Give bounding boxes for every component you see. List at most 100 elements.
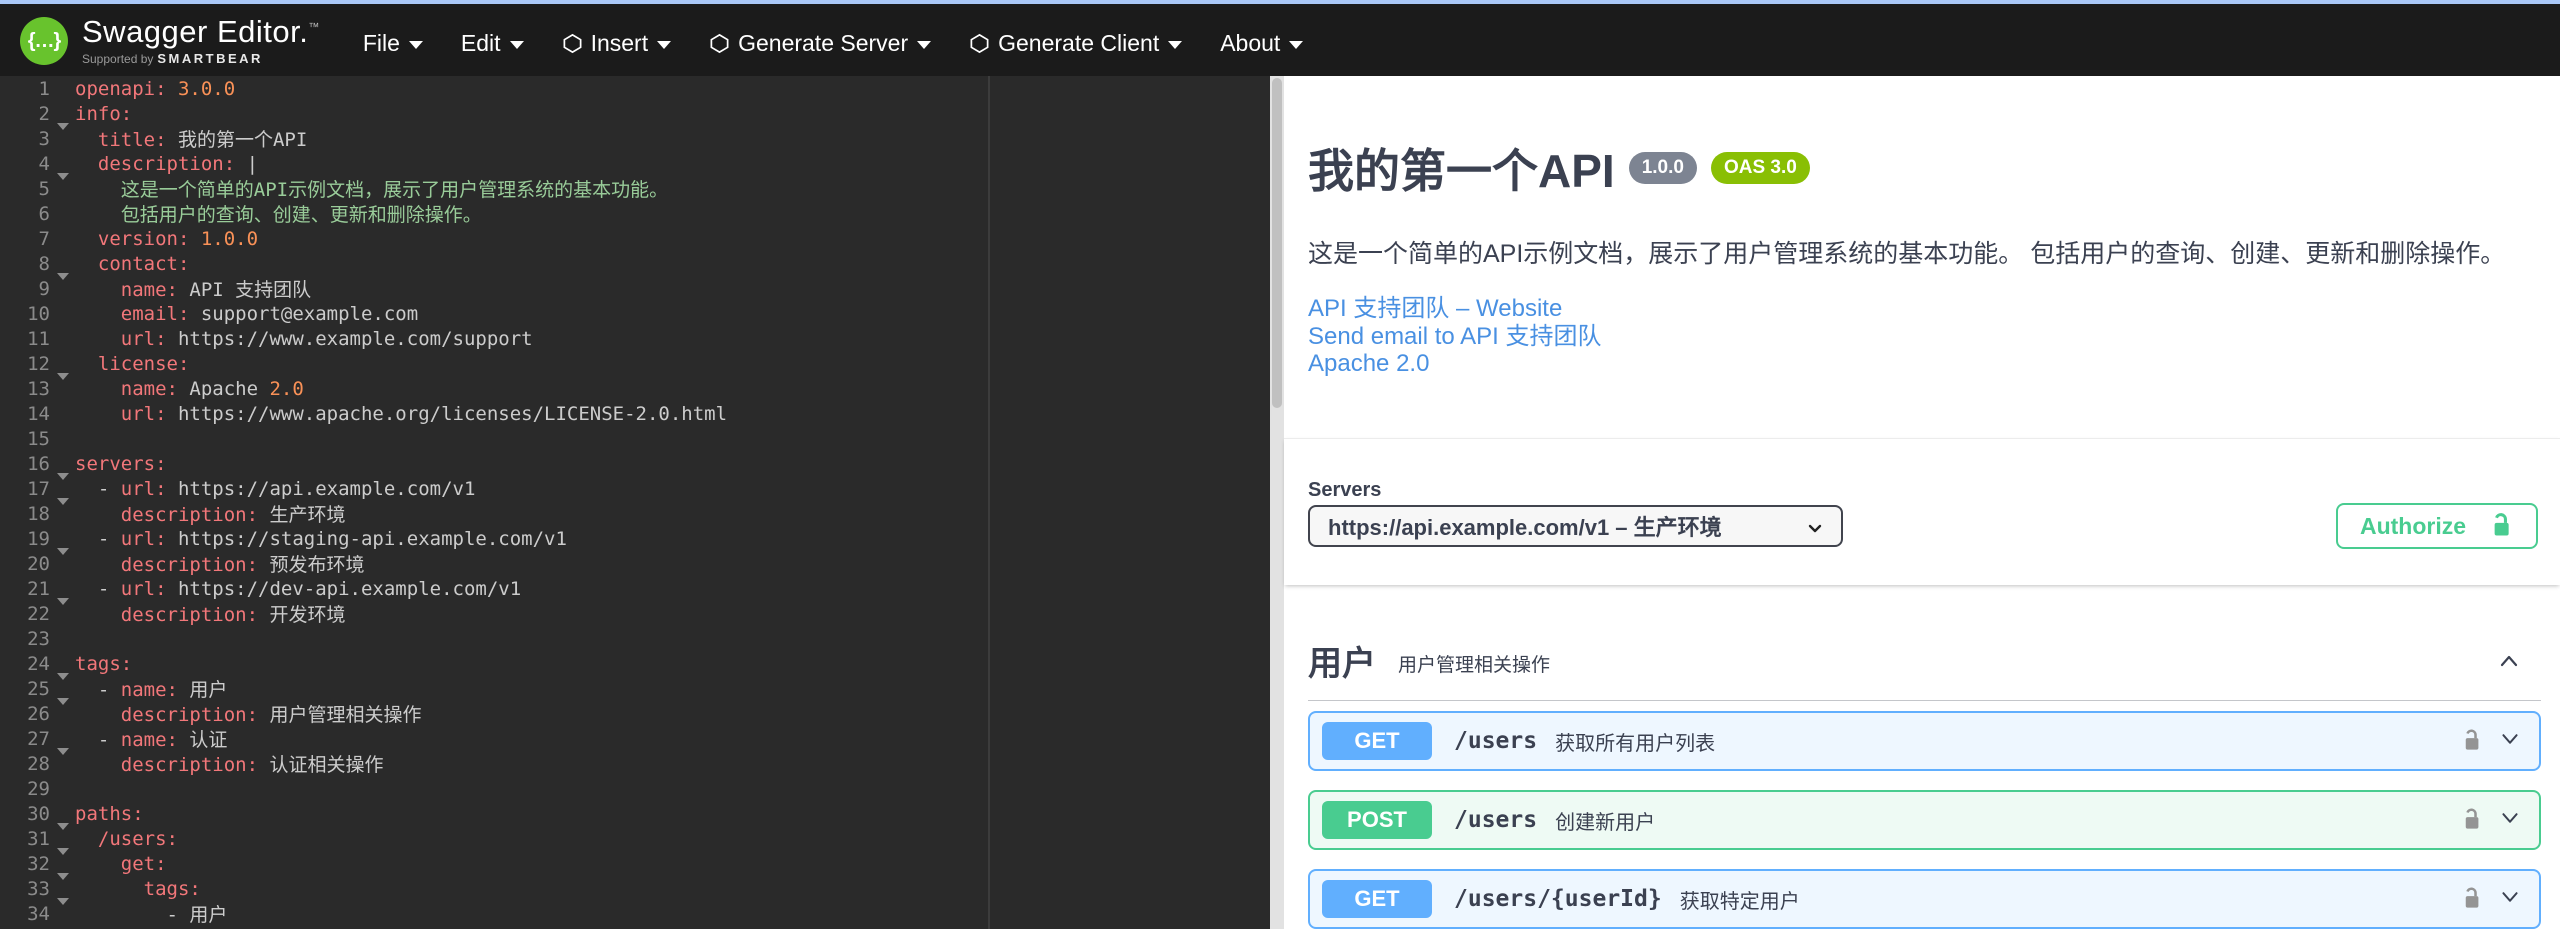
- code-text[interactable]: info:: [75, 103, 132, 125]
- code-line[interactable]: 6 包括用户的查询、创建、更新和删除操作。: [0, 200, 1270, 227]
- code-text[interactable]: title: 我的第一个API: [75, 125, 307, 152]
- menu-generate-client[interactable]: Generate Client: [969, 30, 1183, 57]
- code-line[interactable]: 7 version: 1.0.0: [0, 226, 1270, 251]
- code-text[interactable]: url: https://www.apache.org/licenses/LIC…: [75, 403, 727, 425]
- operation-row-get-users[interactable]: GET/users 获取所有用户列表: [1308, 711, 2541, 771]
- code-line[interactable]: 24 tags:: [0, 651, 1270, 680]
- code-text[interactable]: - 用户: [75, 900, 228, 927]
- code-text[interactable]: paths:: [75, 803, 144, 825]
- code-line[interactable]: 8 contact:: [0, 251, 1270, 280]
- code-text[interactable]: name: API 支持团队: [75, 275, 311, 302]
- servers-select[interactable]: https://api.example.com/v1 – 生产环境: [1308, 505, 1843, 547]
- code-line[interactable]: 29: [0, 776, 1270, 801]
- tag-section-header-users[interactable]: 用户 用户管理相关操作: [1308, 621, 2541, 701]
- code-line[interactable]: 2 info:: [0, 101, 1270, 130]
- method-badge: GET: [1322, 722, 1432, 760]
- code-text[interactable]: contact:: [75, 253, 190, 275]
- code-line[interactable]: 1 openapi: 3.0.0: [0, 76, 1270, 101]
- code-text[interactable]: license:: [75, 353, 190, 375]
- contact-email-link[interactable]: Send email to API 支持团队: [1308, 316, 1601, 351]
- caret-down-icon: [1168, 40, 1183, 49]
- code-line[interactable]: 32 get:: [0, 851, 1270, 880]
- menu-edit[interactable]: Edit: [461, 30, 524, 57]
- code-line[interactable]: 16 servers:: [0, 451, 1270, 480]
- code-line[interactable]: 18 description: 生产环境: [0, 500, 1270, 527]
- logo[interactable]: {…} Swagger Editor.™ Supported by SMARTBE…: [20, 15, 320, 65]
- authorize-label: Authorize: [2359, 512, 2467, 539]
- code-line[interactable]: 23: [0, 626, 1270, 651]
- code-text[interactable]: openapi: 3.0.0: [75, 78, 235, 100]
- code-line[interactable]: 14 url: https://www.apache.org/licenses/…: [0, 401, 1270, 426]
- code-line[interactable]: 12 license:: [0, 351, 1270, 380]
- code-line[interactable]: 26 description: 用户管理相关操作: [0, 700, 1270, 727]
- line-number: 7: [38, 227, 50, 250]
- code-text[interactable]: description: 生产环境: [75, 500, 346, 527]
- code-line[interactable]: 10 email: support@example.com: [0, 301, 1270, 326]
- code-text[interactable]: - name: 用户: [75, 675, 228, 702]
- license-link[interactable]: Apache 2.0: [1308, 350, 1429, 378]
- expand-chevron-down-icon[interactable]: [2495, 882, 2525, 917]
- code-line[interactable]: 19 - url: https://staging-api.example.co…: [0, 526, 1270, 555]
- code-text[interactable]: - url: https://api.example.com/v1: [75, 478, 476, 500]
- code-text[interactable]: - url: https://staging-api.example.com/v…: [75, 528, 567, 550]
- code-line[interactable]: 15: [0, 426, 1270, 451]
- code-line[interactable]: 11 url: https://www.example.com/support: [0, 326, 1270, 351]
- authorize-button[interactable]: Authorize: [2336, 503, 2538, 549]
- yaml-editor[interactable]: 1 openapi: 3.0.0 2 info: 3 title: 我的第一个API 4 …: [0, 76, 1270, 929]
- code-line[interactable]: 13 name: Apache 2.0: [0, 376, 1270, 401]
- code-text[interactable]: version: 1.0.0: [75, 228, 258, 250]
- code-text[interactable]: servers:: [75, 453, 167, 475]
- operation-row-post-users[interactable]: POST/users 创建新用户: [1308, 790, 2541, 850]
- code-line[interactable]: 20 description: 预发布环境: [0, 550, 1270, 577]
- code-line[interactable]: 9 name: API 支持团队: [0, 275, 1270, 302]
- lock-icon[interactable]: [2460, 807, 2483, 833]
- code-text[interactable]: get:: [75, 853, 167, 875]
- codegen-icon: [563, 33, 582, 53]
- operation-row-get-users--userId-[interactable]: GET/users/{userId} 获取特定用户: [1308, 869, 2541, 929]
- menu-about[interactable]: About: [1220, 30, 1304, 57]
- code-text[interactable]: description: 预发布环境: [75, 550, 365, 577]
- api-info-header: 我的第一个API 1.0.0 OAS 3.0: [1308, 148, 1810, 194]
- line-number: 2: [38, 102, 50, 125]
- code-text[interactable]: 包括用户的查询、创建、更新和删除操作。: [75, 200, 482, 227]
- code-text[interactable]: tags:: [75, 878, 201, 900]
- code-line[interactable]: 4 description: |: [0, 151, 1270, 180]
- code-text[interactable]: tags:: [75, 653, 132, 675]
- servers-selected-value: https://api.example.com/v1 – 生产环境: [1328, 515, 1722, 540]
- code-line[interactable]: 22 description: 开发环境: [0, 600, 1270, 627]
- code-line[interactable]: 17 - url: https://api.example.com/v1: [0, 476, 1270, 505]
- code-text[interactable]: 这是一个简单的API示例文档，展示了用户管理系统的基本功能。: [75, 175, 668, 202]
- code-line[interactable]: 27 - name: 认证: [0, 725, 1270, 755]
- collapse-chevron-up-icon[interactable]: [2493, 645, 2525, 677]
- code-text[interactable]: url: https://www.example.com/support: [75, 328, 533, 350]
- code-line[interactable]: 5 这是一个简单的API示例文档，展示了用户管理系统的基本功能。: [0, 175, 1270, 202]
- menu-insert[interactable]: Insert: [562, 30, 672, 57]
- operation-icons: [2460, 713, 2525, 769]
- editor-scrollbar[interactable]: [1270, 76, 1284, 929]
- code-line[interactable]: 30 paths:: [0, 801, 1270, 830]
- expand-chevron-down-icon[interactable]: [2495, 803, 2525, 838]
- code-line[interactable]: 34 - 用户: [0, 900, 1270, 927]
- code-text[interactable]: description: 用户管理相关操作: [75, 700, 422, 727]
- menu-generate-server[interactable]: Generate Server: [709, 30, 932, 57]
- menu-file[interactable]: File: [363, 30, 423, 57]
- lock-icon[interactable]: [2460, 886, 2483, 912]
- code-text[interactable]: /users:: [75, 828, 178, 850]
- code-line[interactable]: 33 tags:: [0, 876, 1270, 905]
- code-text[interactable]: description: 认证相关操作: [75, 750, 384, 777]
- lock-icon[interactable]: [2460, 728, 2483, 754]
- code-text[interactable]: name: Apache 2.0: [75, 378, 304, 400]
- code-text[interactable]: description: |: [75, 153, 258, 175]
- code-text[interactable]: - name: 认证: [75, 725, 228, 752]
- code-line[interactable]: 3 title: 我的第一个API: [0, 125, 1270, 152]
- expand-chevron-down-icon[interactable]: [2495, 724, 2525, 759]
- code-text[interactable]: description: 开发环境: [75, 600, 346, 627]
- code-line[interactable]: 28 description: 认证相关操作: [0, 750, 1270, 777]
- code-text[interactable]: - url: https://dev-api.example.com/v1: [75, 578, 521, 600]
- editor-scrollbar-thumb[interactable]: [1272, 78, 1282, 408]
- code-line[interactable]: 31 /users:: [0, 826, 1270, 855]
- code-text[interactable]: email: support@example.com: [75, 303, 418, 325]
- tag-name: 用户: [1308, 645, 1376, 683]
- code-line[interactable]: 21 - url: https://dev-api.example.com/v1: [0, 576, 1270, 605]
- code-line[interactable]: 25 - name: 用户: [0, 675, 1270, 705]
